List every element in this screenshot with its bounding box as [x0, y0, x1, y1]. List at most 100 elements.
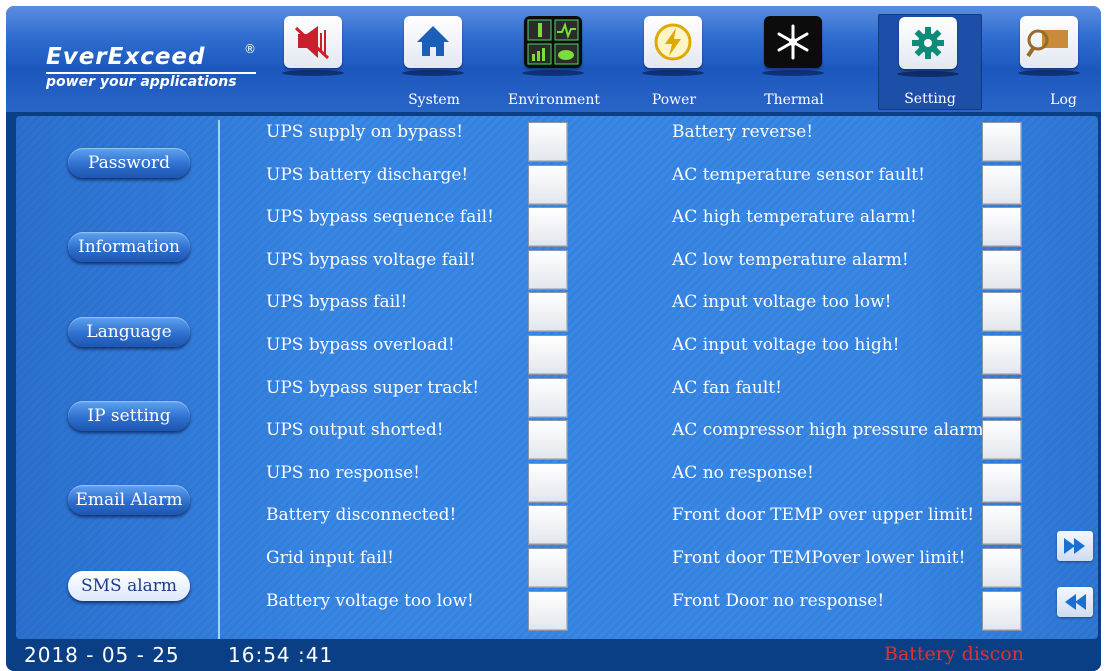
- alarm-enable-checkbox[interactable]: [528, 122, 568, 162]
- alarm-enable-checkbox[interactable]: [528, 590, 568, 631]
- registered-mark: ®: [244, 42, 256, 56]
- alarm-row: UPS output shorted!: [266, 420, 568, 461]
- time-display: 16:54 :41: [228, 643, 334, 667]
- sidebar-divider: [218, 120, 220, 640]
- alarm-enable-checkbox[interactable]: [528, 420, 568, 461]
- gear-icon: [899, 17, 957, 69]
- alarm-label: AC input voltage too high!: [672, 335, 900, 355]
- toolbar-thermal-label: Thermal: [764, 92, 824, 108]
- icon-shadow: [897, 71, 959, 77]
- alarm-enable-checkbox[interactable]: [982, 420, 1022, 461]
- fast-forward-icon: [1064, 538, 1085, 554]
- alarm-enable-checkbox[interactable]: [528, 292, 568, 333]
- icon-shadow: [522, 70, 584, 76]
- alarm-enable-checkbox[interactable]: [982, 590, 1022, 631]
- alarm-row: UPS bypass sequence fail!: [266, 207, 568, 248]
- sidebar-item-email-alarm[interactable]: Email Alarm: [68, 485, 190, 515]
- brand-name: EverExceed: [46, 44, 206, 70]
- alarm-row: Front Door no response!: [672, 590, 1022, 631]
- alarm-label: Front door TEMPover lower limit!: [672, 548, 966, 568]
- icon-shadow: [1018, 70, 1080, 76]
- alarm-label: UPS output shorted!: [266, 420, 444, 441]
- alarm-enable-checkbox[interactable]: [528, 249, 568, 290]
- alarm-row: AC no response!: [672, 462, 1022, 503]
- toolbar-environment-label: Environment: [508, 92, 600, 108]
- toolbar-environment-button[interactable]: Environment: [504, 14, 604, 110]
- alarm-row: AC high temperature alarm!: [672, 207, 1022, 248]
- alarm-enable-checkbox[interactable]: [982, 335, 1022, 375]
- lightning-icon: [644, 16, 702, 68]
- sidebar-item-language[interactable]: Language: [68, 317, 190, 347]
- alarm-enable-checkbox[interactable]: [528, 335, 568, 375]
- status-message: Battery discon: [884, 643, 1024, 665]
- prev-page-button[interactable]: [1057, 587, 1093, 617]
- icon-shadow: [762, 70, 824, 76]
- toolbar-setting-button[interactable]: Setting: [878, 14, 982, 110]
- toolbar-thermal-button[interactable]: Thermal: [744, 14, 844, 110]
- alarm-label: Battery voltage too low!: [266, 590, 474, 611]
- alarm-row: AC fan fault!: [672, 377, 1022, 418]
- alarm-label: Battery disconnected!: [266, 505, 457, 526]
- alarm-row: UPS bypass fail!: [266, 292, 568, 333]
- alarm-label: Front Door no response!: [672, 590, 885, 611]
- alarm-row: UPS bypass overload!: [266, 335, 568, 375]
- alarm-row: UPS supply on bypass!: [266, 122, 568, 162]
- alarm-label: AC fan fault!: [672, 377, 782, 398]
- alarm-enable-checkbox[interactable]: [982, 505, 1022, 546]
- next-page-button[interactable]: [1057, 531, 1093, 561]
- header-bar: EverExceed ® power your applications Sys…: [6, 6, 1101, 112]
- alarm-row: UPS bypass voltage fail!: [266, 249, 568, 290]
- alarm-enable-checkbox[interactable]: [982, 122, 1022, 162]
- alarm-label: UPS bypass sequence fail!: [266, 207, 494, 228]
- alarm-label: UPS battery discharge!: [266, 164, 469, 185]
- alarm-label: AC high temperature alarm!: [672, 207, 917, 228]
- alarm-enable-checkbox[interactable]: [528, 164, 568, 205]
- alarm-enable-checkbox[interactable]: [982, 207, 1022, 248]
- rewind-icon: [1065, 594, 1086, 610]
- toolbar-system-label: System: [408, 92, 460, 108]
- alarm-enable-checkbox[interactable]: [982, 548, 1022, 588]
- alarm-row: UPS battery discharge!: [266, 164, 568, 205]
- icon-shadow: [642, 70, 704, 76]
- alarm-enable-checkbox[interactable]: [982, 377, 1022, 418]
- alarm-row: AC low temperature alarm!: [672, 249, 1022, 290]
- alarm-label: UPS bypass fail!: [266, 292, 408, 313]
- alarm-enable-checkbox[interactable]: [528, 505, 568, 546]
- sidebar-item-ip-setting[interactable]: IP setting: [68, 401, 190, 431]
- alarm-enable-checkbox[interactable]: [982, 292, 1022, 333]
- status-bar: 2018 - 05 - 25 16:54 :41 Battery discon: [6, 639, 1101, 671]
- alarm-enable-checkbox[interactable]: [982, 164, 1022, 205]
- brand-logo: EverExceed ® power your applications: [46, 42, 258, 92]
- toolbar-log-label: Log: [1050, 92, 1077, 108]
- sidebar-item-password[interactable]: Password: [68, 148, 190, 178]
- toolbar-setting-label: Setting: [904, 91, 956, 107]
- alarm-enable-checkbox[interactable]: [528, 377, 568, 418]
- toolbar-mute-button[interactable]: [264, 14, 364, 110]
- alarm-enable-checkbox[interactable]: [528, 207, 568, 248]
- date-display: 2018 - 05 - 25: [24, 643, 180, 667]
- alarm-enable-checkbox[interactable]: [528, 462, 568, 503]
- sidebar-item-sms-alarm[interactable]: SMS alarm: [68, 571, 190, 601]
- home-icon: [404, 16, 462, 68]
- environment-monitor-icon: [524, 16, 582, 68]
- alarm-row: Grid input fail!: [266, 548, 568, 588]
- alarm-label: UPS bypass overload!: [266, 335, 455, 355]
- alarm-label: AC temperature sensor fault!: [672, 164, 925, 185]
- alarm-label: UPS bypass super track!: [266, 377, 480, 398]
- alarm-enable-checkbox[interactable]: [982, 462, 1022, 503]
- alarm-label: Front door TEMP over upper limit!: [672, 505, 975, 526]
- alarm-label: AC low temperature alarm!: [672, 249, 909, 270]
- alarm-enable-checkbox[interactable]: [982, 249, 1022, 290]
- toolbar-power-button[interactable]: Power: [624, 14, 724, 110]
- alarm-row: AC input voltage too low!: [672, 292, 1022, 333]
- alarm-row: AC input voltage too high!: [672, 335, 1022, 375]
- alarm-row: Battery voltage too low!: [266, 590, 568, 631]
- alarm-enable-checkbox[interactable]: [528, 548, 568, 588]
- alarm-row: Battery reverse!: [672, 122, 1022, 162]
- icon-shadow: [402, 70, 464, 76]
- toolbar-log-button[interactable]: Log: [1006, 14, 1101, 110]
- sidebar-item-information[interactable]: Information: [68, 232, 190, 262]
- toolbar-system-button[interactable]: System: [384, 14, 484, 110]
- main-panel: Password Information Language IP setting…: [16, 116, 1098, 640]
- snowflake-icon: [764, 16, 822, 68]
